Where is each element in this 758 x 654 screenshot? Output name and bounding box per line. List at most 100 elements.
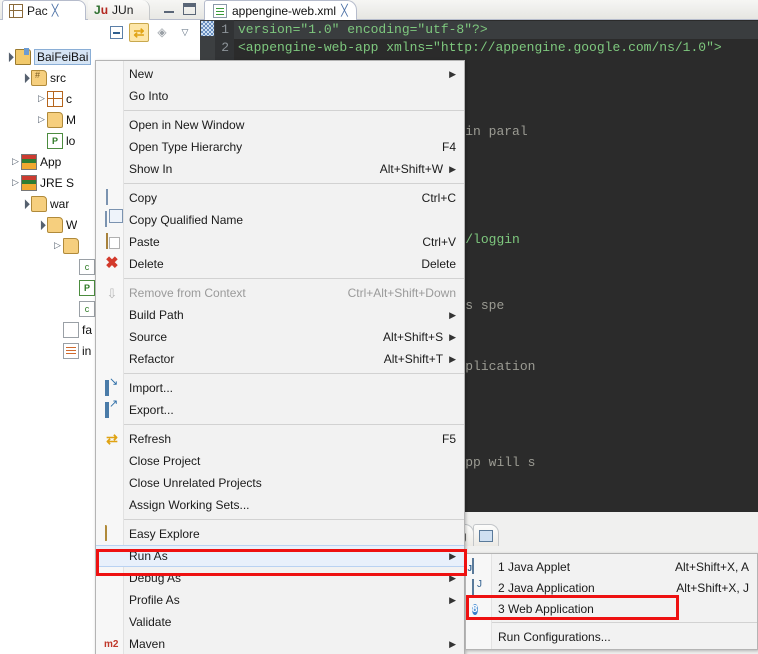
- expand-arrow-icon[interactable]: [36, 219, 47, 230]
- submenu-item-run-configurations[interactable]: Run Configurations...: [466, 626, 757, 647]
- menu-item-label: Open Type Hierarchy: [129, 140, 243, 154]
- menu-item-open-type-hierarchy[interactable]: Open Type Hierarchy F4: [96, 136, 464, 158]
- menu-item-source[interactable]: Source Alt+Shift+S ▶: [96, 326, 464, 348]
- menu-item-profile-as[interactable]: Profile As ▶: [96, 589, 464, 611]
- close-icon[interactable]: ╳: [341, 4, 348, 17]
- expand-arrow-icon[interactable]: [52, 240, 63, 251]
- menu-item-debug-as[interactable]: Debug As ▶: [96, 567, 464, 589]
- collapse-all-icon[interactable]: [106, 23, 126, 42]
- menu-separator: [96, 278, 464, 279]
- menu-item-export[interactable]: Export...: [96, 399, 464, 421]
- tree-item-label: W: [66, 217, 78, 232]
- submenu-arrow-icon: ▶: [449, 331, 456, 342]
- java-applet-icon: [472, 558, 474, 574]
- source-folder-icon: [31, 69, 47, 86]
- tree-item-label: fa: [82, 322, 93, 337]
- menu-item-build-path[interactable]: Build Path ▶: [96, 304, 464, 326]
- menu-item-label: New: [129, 67, 154, 81]
- menu-item-run-as[interactable]: Run As ▶: [96, 545, 464, 567]
- menu-item-new[interactable]: New ▶: [96, 63, 464, 85]
- menu-accel: Ctrl+C: [421, 191, 456, 205]
- submenu-arrow-icon: ▶: [449, 638, 456, 649]
- menu-item-paste[interactable]: Paste Ctrl+V: [96, 231, 464, 253]
- menu-item-label: Close Unrelated Projects: [129, 476, 262, 490]
- tree-item-label: M: [66, 112, 76, 127]
- menu-item-refactor[interactable]: Refactor Alt+Shift+T ▶: [96, 348, 464, 370]
- menu-item-validate[interactable]: Validate: [96, 611, 464, 633]
- tab-extra-views[interactable]: [473, 524, 500, 546]
- view-menu-icon[interactable]: ▽: [175, 23, 195, 42]
- menu-accel: F4: [441, 140, 456, 154]
- context-menu[interactable]: New ▶ Go Into Open in New Window Open Ty…: [95, 60, 465, 654]
- expand-arrow-icon[interactable]: [4, 51, 15, 62]
- menu-item-label: Import...: [129, 381, 174, 395]
- submenu-arrow-icon: ▶: [449, 353, 456, 364]
- menu-item-label: Refresh: [129, 432, 172, 446]
- package-icon: [47, 90, 63, 107]
- menu-item-go-into[interactable]: Go Into: [96, 85, 464, 107]
- package-explorer-icon: [9, 3, 23, 18]
- expand-arrow-icon[interactable]: [20, 72, 31, 83]
- menu-item-import[interactable]: Import...: [96, 377, 464, 399]
- menu-item-close-unrelated-projects[interactable]: Close Unrelated Projects: [96, 472, 464, 494]
- expand-arrow-icon[interactable]: [36, 93, 47, 104]
- submenu-item-web-application[interactable]: 8 3 Web Application: [466, 598, 757, 619]
- link-with-editor-icon[interactable]: ⇄: [129, 22, 149, 42]
- submenu-arrow-icon: ▶: [449, 550, 456, 561]
- menu-separator: [96, 519, 464, 520]
- tab-junit[interactable]: Ju JUn: [88, 0, 150, 20]
- junit-icon: Ju: [94, 3, 109, 17]
- menu-item-label: Go Into: [129, 89, 169, 103]
- submenu-arrow-icon: ▶: [449, 572, 456, 583]
- java-application-icon: [472, 579, 474, 595]
- expand-arrow-icon[interactable]: [20, 198, 31, 209]
- menu-item-open-in-new-window[interactable]: Open in New Window: [96, 114, 464, 136]
- menu-item-show-in[interactable]: Show In Alt+Shift+W ▶: [96, 158, 464, 180]
- menu-item-close-project[interactable]: Close Project: [96, 450, 464, 472]
- menu-accel: F5: [441, 432, 456, 446]
- menu-item-copy[interactable]: Copy Ctrl+C: [96, 187, 464, 209]
- view-window-buttons: [163, 3, 196, 15]
- config-file-icon: c: [79, 258, 95, 275]
- tab-package-explorer[interactable]: Pac ╳: [2, 0, 86, 20]
- menu-item-delete[interactable]: ✖ Delete Delete: [96, 253, 464, 275]
- editor-tab-label: appengine-web.xml: [232, 3, 337, 18]
- minimize-icon[interactable]: [163, 3, 176, 15]
- focus-icon[interactable]: ◈: [152, 23, 172, 42]
- submenu-item-java-application[interactable]: 2 Java Application Alt+Shift+X, J: [466, 577, 757, 598]
- submenu-item-label: 3 Web Application: [498, 601, 594, 616]
- properties-file-icon: P: [79, 279, 95, 296]
- menu-accel: Alt+Shift+S: [383, 330, 444, 344]
- menu-item-easy-explore[interactable]: Easy Explore: [96, 523, 464, 545]
- expand-arrow-icon[interactable]: [10, 156, 21, 167]
- submenu-arrow-icon: ▶: [449, 309, 456, 320]
- run-as-submenu[interactable]: 1 Java Applet Alt+Shift+X, A 2 Java Appl…: [465, 553, 758, 650]
- close-icon[interactable]: ╳: [52, 4, 59, 17]
- menu-item-label: Open in New Window: [129, 118, 245, 132]
- submenu-accel: Alt+Shift+X, A: [674, 559, 749, 574]
- menu-separator: [96, 373, 464, 374]
- menu-separator: [96, 183, 464, 184]
- menu-item-assign-working-sets[interactable]: Assign Working Sets...: [96, 494, 464, 516]
- tab-appengine-web-xml[interactable]: appengine-web.xml ╳: [204, 0, 357, 20]
- line-number: 2: [221, 40, 229, 55]
- xml-file-icon: [213, 3, 227, 18]
- tree-item-label: lo: [66, 133, 76, 148]
- folder-icon: [47, 111, 63, 128]
- menu-item-maven[interactable]: m2 Maven ▶: [96, 633, 464, 654]
- menu-item-label: Assign Working Sets...: [129, 498, 250, 512]
- tree-item-label: src: [50, 70, 66, 85]
- selection-marker-icon: [201, 21, 214, 36]
- maximize-icon[interactable]: [183, 3, 196, 15]
- menu-accel: Alt+Shift+W: [379, 162, 444, 176]
- expand-arrow-icon[interactable]: [10, 177, 21, 188]
- expand-arrow-icon[interactable]: [36, 114, 47, 125]
- remove-from-context-icon: ⇩: [106, 286, 118, 301]
- submenu-item-java-applet[interactable]: 1 Java Applet Alt+Shift+X, A: [466, 556, 757, 577]
- menu-item-refresh[interactable]: ⇄ Refresh F5: [96, 428, 464, 450]
- menu-item-copy-qualified-name[interactable]: Copy Qualified Name: [96, 209, 464, 231]
- tree-item-label: in: [82, 343, 92, 358]
- submenu-item-label: 1 Java Applet: [498, 559, 571, 574]
- submenu-item-label: 2 Java Application: [498, 580, 595, 595]
- menu-item-label: Export...: [129, 403, 174, 417]
